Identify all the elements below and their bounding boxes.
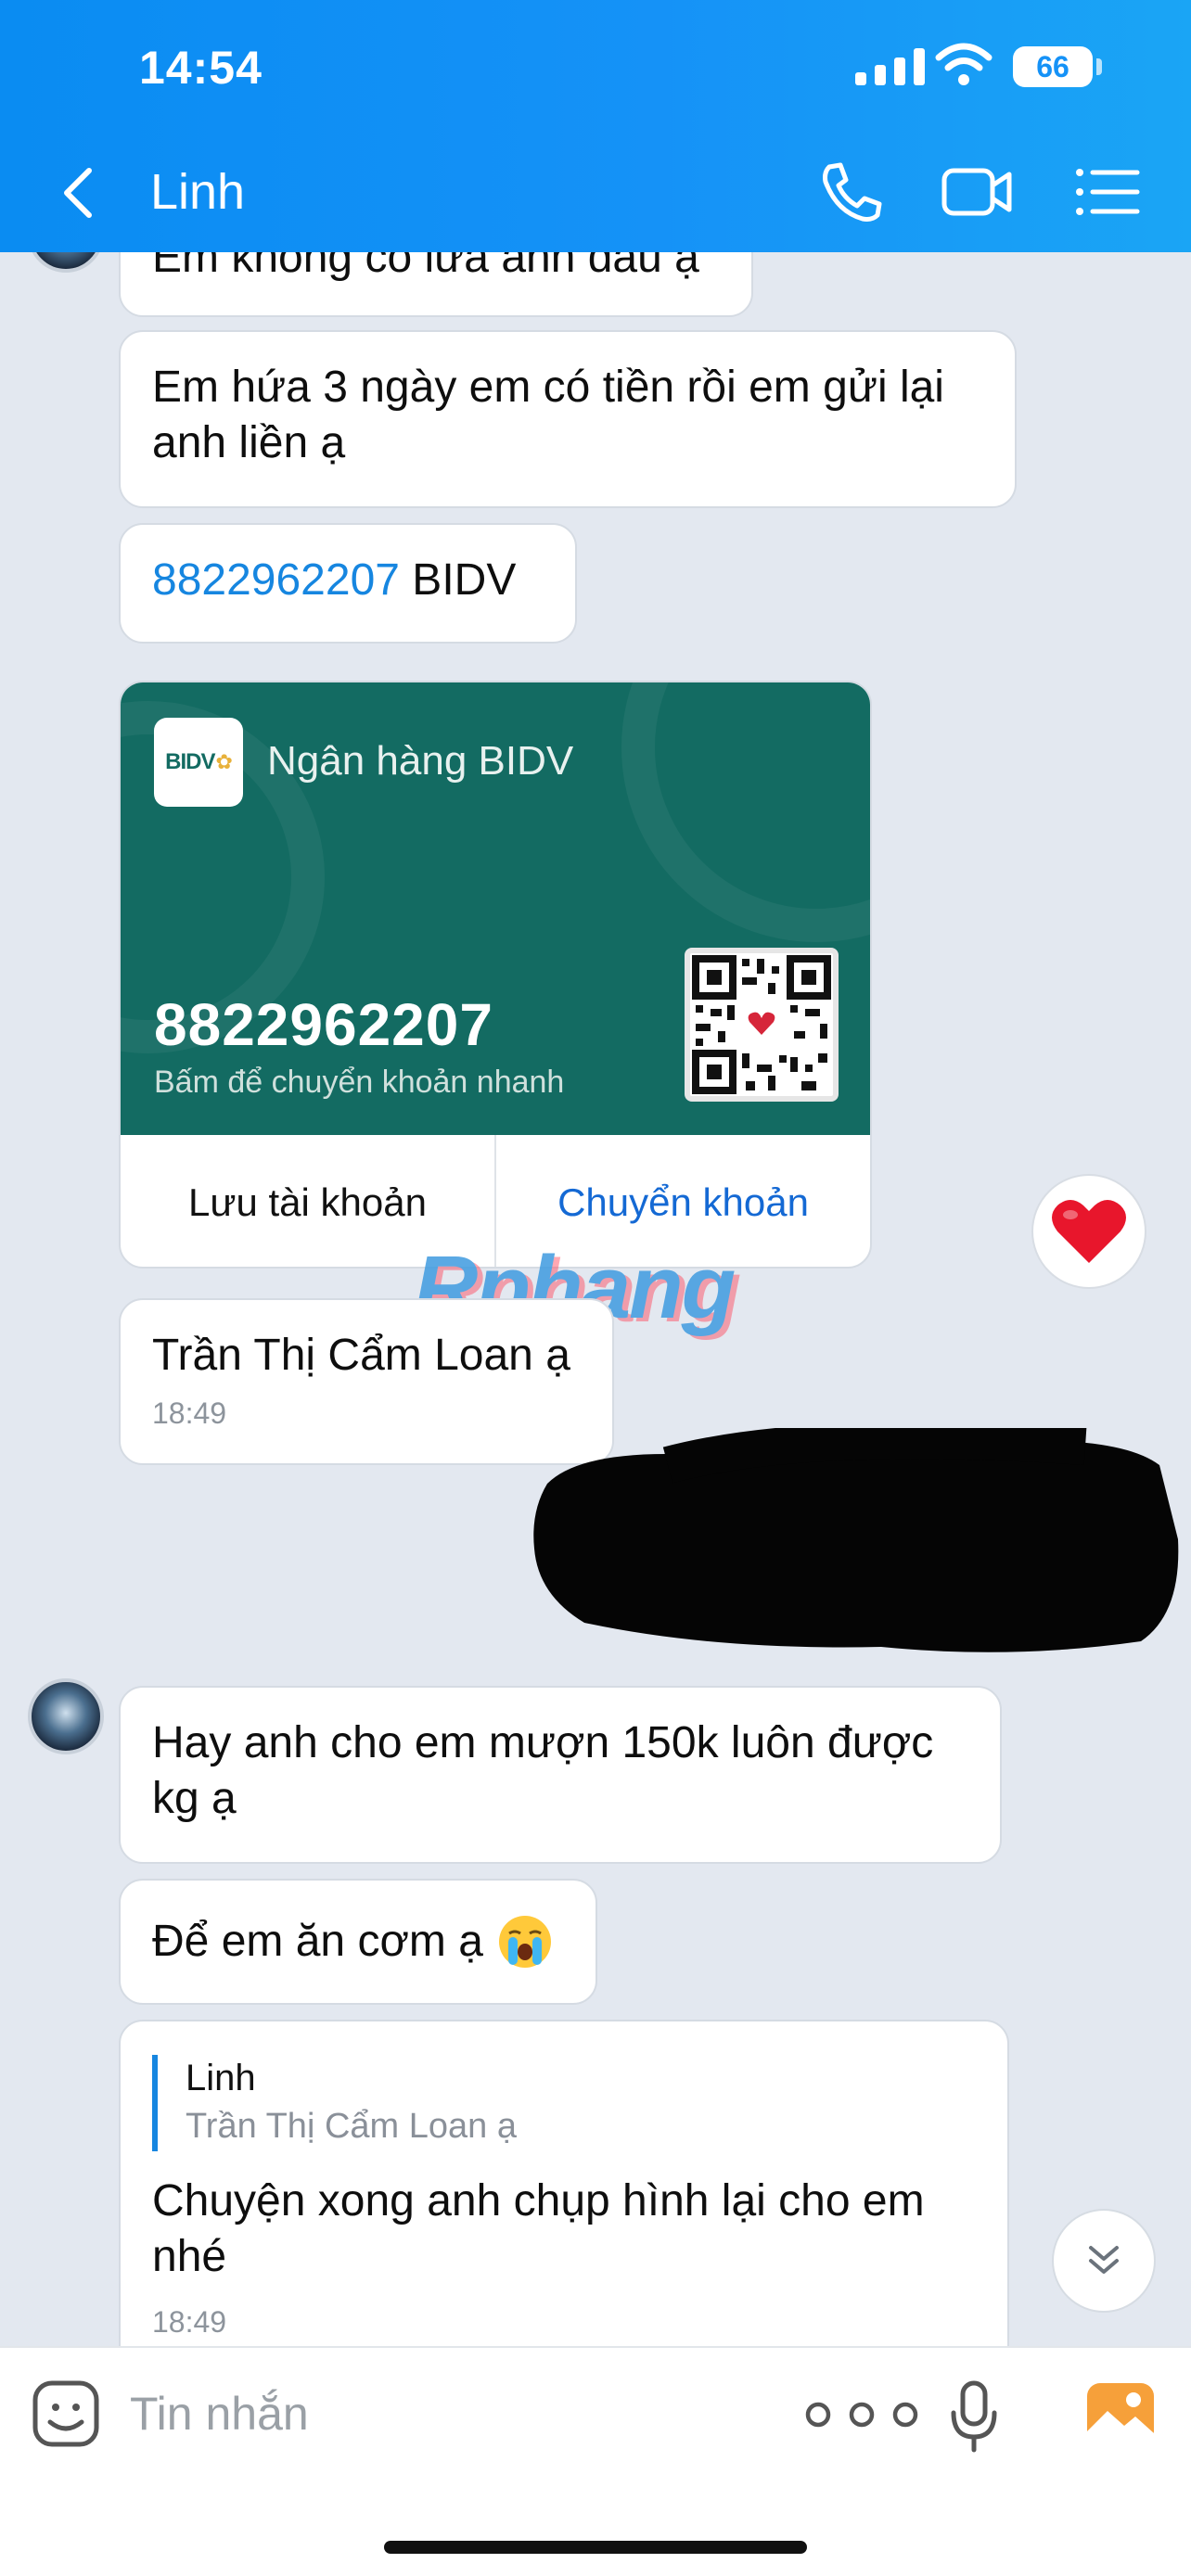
card-account-number: 8822962207 — [154, 991, 493, 1058]
message-bubble[interactable]: Để em ăn cơm ạ — [119, 1879, 597, 2005]
video-call-icon[interactable] — [941, 159, 1015, 224]
wifi-icon — [935, 43, 992, 85]
quote-sender: Linh — [186, 2058, 256, 2098]
bank-transfer-card[interactable]: BIDV ✿ Ngân hàng BIDV 8822962207 Bấm để c… — [119, 681, 872, 1269]
quoted-message[interactable]: Linh Trần Thị Cẩm Loan ạ — [152, 2055, 976, 2151]
account-number-link[interactable]: 8822962207 — [152, 555, 400, 605]
menu-list-icon[interactable] — [1072, 159, 1146, 224]
chevron-down-icon — [1089, 2246, 1119, 2274]
message-input[interactable] — [130, 2381, 742, 2446]
message-text: Em hứa 3 ngày em có tiền rồi em gửi lại … — [152, 363, 944, 467]
back-arrow-icon[interactable] — [56, 165, 102, 221]
message-time: 18:49 — [152, 1396, 227, 1430]
bank-name-text: BIDV — [412, 555, 517, 605]
battery-nub — [1096, 58, 1102, 75]
qr-code-icon[interactable] — [685, 948, 839, 1102]
phone-icon[interactable] — [816, 159, 890, 224]
battery-indicator: 66 — [1013, 46, 1093, 87]
card-decoration — [621, 682, 870, 942]
crying-emoji-icon — [498, 1916, 551, 1968]
avatar[interactable] — [28, 1678, 104, 1754]
message-bubble[interactable]: Em hứa 3 ngày em có tiền rồi em gửi lại … — [119, 330, 1017, 508]
scroll-down-button[interactable] — [1052, 2209, 1156, 2313]
card-hint: Bấm để chuyển khoản nhanh — [154, 1065, 565, 1100]
more-icon[interactable] — [801, 2398, 922, 2431]
message-text: Trần Thị Cẩm Loan ạ — [152, 1331, 570, 1380]
heart-reaction-button[interactable] — [1031, 1174, 1146, 1289]
cellular-signal-icon — [855, 48, 925, 85]
chat-header: 14:54 66 Linh — [0, 0, 1191, 252]
bidv-logo-text: BIDV — [165, 749, 215, 774]
heart-icon — [1052, 1200, 1126, 1263]
message-bubble[interactable]: 8822962207 BIDV — [119, 523, 577, 644]
card-header: BIDV ✿ Ngân hàng BIDV 8822962207 Bấm để c… — [121, 682, 870, 1135]
bidv-logo: BIDV ✿ — [154, 718, 243, 807]
message-composer — [0, 2346, 1191, 2576]
message-text: Để em ăn cơm ạ — [152, 1917, 483, 1966]
message-text: Hay anh cho em mượn 150k luôn được kg ạ — [152, 1718, 934, 1823]
bank-name: Ngân hàng BIDV — [267, 738, 574, 784]
status-time: 14:54 — [139, 42, 263, 94]
message-bubble[interactable]: Hay anh cho em mượn 150k luôn được kg ạ — [119, 1686, 1002, 1864]
home-indicator — [384, 2541, 807, 2554]
reply-message-bubble[interactable]: Linh Trần Thị Cẩm Loan ạ Chuyện xong anh… — [119, 2020, 1009, 2372]
quote-text: Trần Thị Cẩm Loan ạ — [186, 2107, 517, 2146]
microphone-icon[interactable] — [950, 2379, 998, 2454]
sticker-icon[interactable] — [32, 2379, 100, 2448]
photo-icon[interactable] — [1085, 2381, 1156, 2446]
chat-title[interactable]: Linh — [150, 163, 245, 221]
message-time: 18:49 — [152, 2305, 227, 2339]
redaction-scribble — [533, 1428, 1179, 1652]
message-text: Chuyện xong anh chụp hình lại cho em nhé — [152, 2176, 925, 2281]
